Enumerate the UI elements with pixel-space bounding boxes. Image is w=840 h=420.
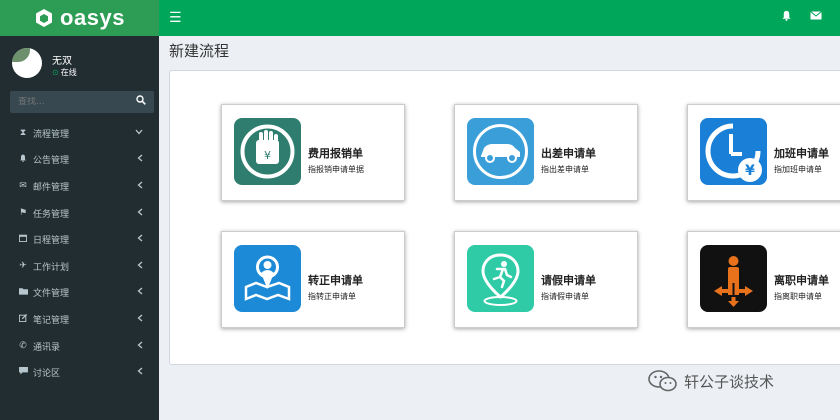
svg-text:¥: ¥ — [264, 149, 271, 162]
user-panel: 无双 ⊙ 在线 — [0, 36, 159, 88]
chevron-left-icon — [137, 287, 143, 298]
sidebar-item-plan[interactable]: ✈ 工作计划 — [0, 253, 159, 280]
notification-bell-icon[interactable] — [781, 10, 792, 24]
flag-icon: ⚑ — [18, 208, 28, 219]
edit-icon — [17, 313, 29, 325]
sidebar-item-label: 笔记管理 — [33, 315, 70, 326]
chevron-left-icon — [137, 314, 143, 325]
runner-pin-icon — [467, 245, 534, 312]
plane-icon: ✈ — [19, 261, 27, 272]
sidebar-toggle-icon[interactable]: ☰ — [169, 10, 182, 26]
sidebar-item-label: 流程管理 — [33, 129, 70, 140]
avatar[interactable] — [12, 48, 42, 78]
watermark-text: 轩公子谈技术 — [684, 372, 775, 391]
online-status-icon: ⊙ — [52, 68, 59, 77]
hourglass-icon: ⧗ — [19, 128, 27, 139]
page-title: 新建流程 — [169, 42, 230, 60]
sidebar-item-note[interactable]: 笔记管理 — [0, 306, 159, 333]
sidebar-search — [10, 91, 154, 113]
wechat-icon — [648, 370, 677, 392]
phone-icon: ✆ — [19, 341, 27, 352]
chevron-down-icon — [135, 128, 143, 138]
bell-icon — [17, 154, 29, 165]
card-expense-reimbursement[interactable]: ¥ 费用报销单 指报销申请单据 — [221, 104, 405, 201]
card-title: 转正申请单 — [308, 274, 363, 287]
envelope-icon: ✉ — [19, 181, 27, 192]
card-title: 加班申请单 — [774, 147, 829, 160]
sidebar-item-task[interactable]: ⚑ 任务管理 — [0, 200, 159, 227]
chevron-left-icon — [137, 234, 143, 245]
sidebar-item-contacts[interactable]: ✆ 通讯录 — [0, 333, 159, 360]
clock-yen-icon: ¥ — [700, 118, 767, 185]
sidebar-item-label: 文件管理 — [33, 289, 70, 300]
sidebar-item-label: 讨论区 — [33, 369, 61, 380]
card-business-trip[interactable]: 出差申请单 指出差申请单 — [454, 104, 638, 201]
search-input[interactable] — [10, 97, 120, 107]
brand-logo[interactable]: oasys — [0, 0, 159, 36]
card-title: 出差申请单 — [541, 147, 596, 160]
calendar-icon — [17, 234, 29, 245]
sidebar-item-mail[interactable]: ✉ 邮件管理 — [0, 173, 159, 200]
sidebar-item-label: 工作计划 — [33, 262, 70, 273]
main-content: 新建流程 ¥ 费用报销单 指报销申请单据 出差申请单 指出差申请单 ¥ 加班申请… — [159, 36, 840, 420]
sidebar: 无双 ⊙ 在线 ⧗ 流程管理 公告管理 ✉ — [0, 36, 159, 420]
sidebar-item-process[interactable]: ⧗ 流程管理 — [0, 120, 159, 147]
chevron-left-icon — [137, 208, 143, 219]
sidebar-item-forum[interactable]: 讨论区 — [0, 359, 159, 386]
sidebar-item-label: 公告管理 — [33, 156, 70, 167]
sidebar-item-label: 邮件管理 — [33, 182, 70, 193]
user-name: 无双 — [52, 56, 72, 67]
sidebar-item-label: 日程管理 — [33, 236, 70, 247]
sidebar-item-notice[interactable]: 公告管理 — [0, 147, 159, 174]
process-box: ¥ 费用报销单 指报销申请单据 出差申请单 指出差申请单 ¥ 加班申请单 指加班… — [169, 70, 840, 365]
comment-icon — [17, 367, 29, 378]
card-subtitle: 指离职申请单 — [774, 292, 822, 301]
chevron-left-icon — [137, 154, 143, 165]
chevron-left-icon — [137, 261, 143, 272]
card-regularization[interactable]: 转正申请单 指转正申请单 — [221, 231, 405, 328]
card-title: 费用报销单 — [308, 147, 363, 160]
user-status-label: 在线 — [60, 68, 77, 77]
card-overtime[interactable]: ¥ 加班申请单 指加班申请单 — [687, 104, 840, 201]
sidebar-item-label: 通讯录 — [33, 342, 61, 353]
chevron-left-icon — [137, 367, 143, 378]
card-subtitle: 指报销申请单据 — [308, 165, 364, 174]
person-arrows-icon — [700, 245, 767, 312]
car-icon — [467, 118, 534, 185]
sidebar-menu: ⧗ 流程管理 公告管理 ✉ 邮件管理 ⚑ 任务管理 日程管理 ✈ 工作计划 文件… — [0, 120, 159, 386]
svg-text:¥: ¥ — [745, 163, 755, 179]
person-map-icon — [234, 245, 301, 312]
card-subtitle: 指出差申请单 — [541, 165, 589, 174]
mail-envelope-icon[interactable] — [810, 10, 822, 24]
cube-logo-icon — [36, 9, 53, 27]
sidebar-item-label: 任务管理 — [33, 209, 70, 220]
chevron-left-icon — [137, 181, 143, 192]
card-title: 离职申请单 — [774, 274, 829, 287]
chevron-left-icon — [137, 341, 143, 352]
brand-name: oasys — [60, 5, 125, 30]
top-navbar: ☰ — [159, 0, 840, 36]
card-title: 请假申请单 — [541, 274, 596, 287]
folder-icon — [17, 287, 29, 298]
sidebar-item-file[interactable]: 文件管理 — [0, 280, 159, 307]
sidebar-item-schedule[interactable]: 日程管理 — [0, 226, 159, 253]
watermark: 轩公子谈技术 — [648, 370, 774, 392]
card-resignation[interactable]: 离职申请单 指离职申请单 — [687, 231, 840, 328]
card-subtitle: 指请假申请单 — [541, 292, 589, 301]
reimburse-icon: ¥ — [234, 118, 301, 185]
card-leave[interactable]: 请假申请单 指请假申请单 — [454, 231, 638, 328]
card-subtitle: 指转正申请单 — [308, 292, 356, 301]
user-status: ⊙ 在线 — [52, 67, 77, 78]
card-subtitle: 指加班申请单 — [774, 165, 822, 174]
search-icon[interactable] — [136, 95, 146, 108]
